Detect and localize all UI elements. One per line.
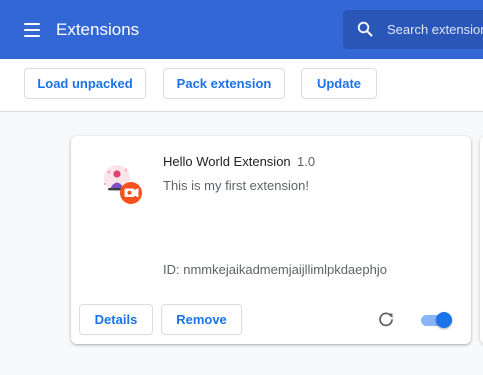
hamburger-menu-icon[interactable] xyxy=(22,21,42,39)
search-input[interactable] xyxy=(387,10,483,49)
reload-icon[interactable] xyxy=(377,311,395,329)
search-box[interactable] xyxy=(343,10,483,49)
extension-id: ID: nmmkejaikadmemjaijllimlpkdaephjo xyxy=(163,262,387,277)
update-button[interactable]: Update xyxy=(301,68,377,99)
extension-logo-icon xyxy=(103,165,142,204)
pack-extension-button[interactable]: Pack extension xyxy=(163,68,285,99)
enable-toggle[interactable] xyxy=(419,312,453,328)
extension-version: 1.0 xyxy=(297,154,316,169)
details-button[interactable]: Details xyxy=(79,304,153,335)
remove-button[interactable]: Remove xyxy=(161,304,242,335)
app-header: Extensions xyxy=(0,0,483,59)
toggle-knob xyxy=(436,312,452,328)
search-icon xyxy=(357,21,373,37)
extension-card: Hello World Extension 1.0 This is my fir… xyxy=(71,136,471,344)
extension-name: Hello World Extension xyxy=(163,154,291,169)
load-unpacked-button[interactable]: Load unpacked xyxy=(24,68,146,99)
developer-toolbar: Load unpacked Pack extension Update xyxy=(0,59,483,112)
page-title: Extensions xyxy=(56,20,140,39)
extension-description: This is my first extension! xyxy=(163,178,309,193)
